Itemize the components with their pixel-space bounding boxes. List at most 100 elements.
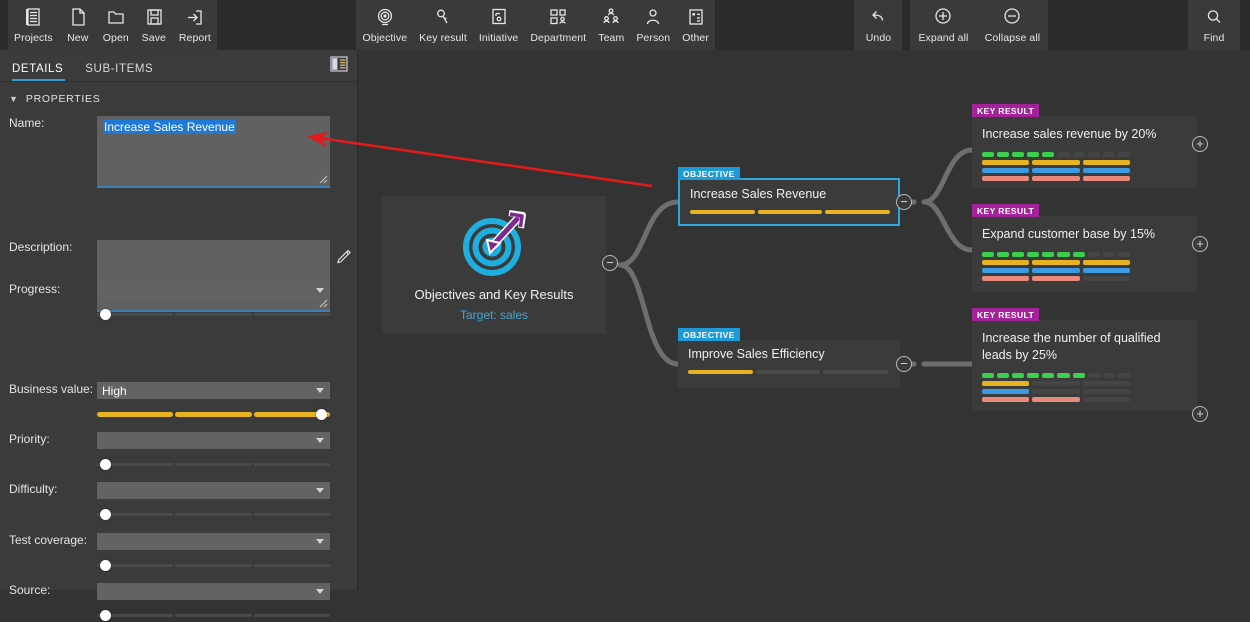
difficulty-slider-knob[interactable] bbox=[100, 509, 111, 520]
projects-button[interactable]: Projects bbox=[8, 0, 59, 50]
key-result-3-badge: KEY RESULT bbox=[972, 308, 1040, 321]
key-result-bar-row bbox=[982, 160, 1130, 165]
key-result-key-icon bbox=[433, 5, 453, 29]
collapse-all-button[interactable]: Collapse all bbox=[976, 0, 1048, 50]
bar-cell-filled bbox=[1027, 373, 1040, 378]
key-result-3-expand-toggle[interactable]: + bbox=[1192, 406, 1208, 422]
objective-1-collapse-toggle[interactable]: − bbox=[896, 194, 912, 210]
test-coverage-select[interactable] bbox=[97, 533, 330, 550]
priority-select[interactable] bbox=[97, 432, 330, 449]
bar-cell-empty bbox=[1032, 389, 1080, 394]
bar-cell-filled bbox=[1072, 252, 1085, 257]
plus-circle-icon bbox=[932, 5, 954, 29]
progress-slider[interactable] bbox=[97, 307, 330, 321]
report-label: Report bbox=[178, 32, 211, 44]
objective-2-collapse-toggle[interactable]: − bbox=[896, 356, 912, 372]
name-value: Increase Sales Revenue bbox=[103, 120, 236, 134]
test-coverage-slider-knob[interactable] bbox=[100, 560, 111, 571]
priority-label: Priority: bbox=[9, 432, 50, 446]
undo-arrow-icon bbox=[868, 5, 888, 29]
insert-other-button[interactable]: Other bbox=[676, 0, 715, 50]
undo-button[interactable]: Undo bbox=[854, 0, 902, 50]
bar-cell-filled bbox=[982, 276, 1030, 281]
link-root-obj1 bbox=[617, 199, 681, 268]
source-select[interactable] bbox=[97, 583, 330, 600]
name-input[interactable]: Increase Sales Revenue bbox=[97, 116, 330, 188]
split-panel-icon[interactable] bbox=[329, 55, 349, 73]
insert-objective-button[interactable]: Objective bbox=[356, 0, 413, 50]
chevron-down-icon-bv bbox=[316, 388, 324, 393]
field-name: Name: Increase Sales Revenue bbox=[0, 116, 358, 188]
progress-select[interactable] bbox=[97, 282, 330, 299]
key-result-2-expand-toggle[interactable]: + bbox=[1192, 236, 1208, 252]
node-key-result-3[interactable]: KEY RESULT Increase the number of qualif… bbox=[972, 308, 1197, 410]
key-result-3-bars bbox=[982, 373, 1130, 402]
open-button[interactable]: Open bbox=[97, 0, 135, 50]
source-slider[interactable] bbox=[97, 608, 330, 622]
business-value-slider[interactable] bbox=[97, 407, 330, 421]
open-label: Open bbox=[102, 32, 129, 44]
tab-details[interactable]: DETAILS bbox=[0, 63, 73, 81]
insert-key-result-button[interactable]: Key result bbox=[413, 0, 473, 50]
insert-team-button[interactable]: Team bbox=[592, 0, 630, 50]
slider-segment bbox=[175, 614, 252, 617]
slider-segment bbox=[175, 463, 252, 466]
key-result-1-expand-toggle[interactable]: + bbox=[1192, 136, 1208, 152]
field-priority: Priority: bbox=[0, 432, 358, 471]
new-button[interactable]: New bbox=[59, 0, 97, 50]
key-result-bar-row bbox=[982, 397, 1130, 402]
node-key-result-2[interactable]: KEY RESULT Expand customer base by 15% bbox=[972, 204, 1197, 292]
insert-initiative-button[interactable]: Initiative bbox=[473, 0, 525, 50]
search-icon bbox=[1204, 5, 1224, 29]
insert-initiative-label: Initiative bbox=[478, 32, 519, 44]
person-icon bbox=[643, 5, 663, 29]
description-value bbox=[97, 240, 330, 248]
priority-slider[interactable] bbox=[97, 457, 330, 471]
toolbar-gap-3 bbox=[902, 0, 911, 50]
key-result-bar-row bbox=[982, 268, 1130, 273]
node-objective-1[interactable]: OBJECTIVE Increase Sales Revenue bbox=[678, 167, 900, 226]
insert-person-button[interactable]: Person bbox=[630, 0, 676, 50]
progress-bar-segment bbox=[688, 370, 753, 374]
root-collapse-toggle[interactable]: − bbox=[602, 255, 618, 271]
test-coverage-slider[interactable] bbox=[97, 558, 330, 572]
difficulty-select[interactable] bbox=[97, 482, 330, 499]
find-button[interactable]: Find bbox=[1188, 0, 1240, 50]
undo-label: Undo bbox=[865, 32, 892, 44]
expand-all-button[interactable]: Expand all bbox=[910, 0, 976, 50]
mindmap-canvas[interactable]: Objectives and Key Results Target: sales… bbox=[358, 50, 1250, 590]
properties-section-header[interactable]: ▼ PROPERTIES bbox=[0, 88, 357, 110]
bar-cell-empty bbox=[1032, 381, 1080, 386]
bar-cell-filled bbox=[1032, 176, 1080, 181]
bar-cell-filled bbox=[1042, 252, 1055, 257]
bar-cell-empty bbox=[1117, 252, 1130, 257]
key-result-2-title: Expand customer base by 15% bbox=[982, 227, 1156, 241]
bar-cell-filled bbox=[1032, 397, 1080, 402]
save-disk-icon bbox=[145, 5, 163, 29]
node-objective-2[interactable]: OBJECTIVE Improve Sales Efficiency bbox=[678, 328, 900, 388]
progress-bar-segment bbox=[690, 210, 755, 214]
node-root-okr[interactable]: Objectives and Key Results Target: sales bbox=[382, 196, 606, 334]
objective-1-title: Increase Sales Revenue bbox=[690, 187, 827, 201]
bar-cell-filled bbox=[982, 373, 995, 378]
priority-slider-knob[interactable] bbox=[100, 459, 111, 470]
business-value-slider-knob[interactable] bbox=[316, 409, 327, 420]
field-business-value: Business value: High bbox=[0, 382, 358, 421]
tab-sub-items[interactable]: SUB-ITEMS bbox=[73, 63, 163, 81]
pencil-icon[interactable] bbox=[336, 248, 352, 264]
difficulty-slider[interactable] bbox=[97, 507, 330, 521]
progress-slider-knob[interactable] bbox=[100, 309, 111, 320]
report-button[interactable]: Report bbox=[173, 0, 217, 50]
team-people-icon bbox=[601, 5, 621, 29]
source-slider-knob[interactable] bbox=[100, 610, 111, 621]
toolbar-gap-1 bbox=[216, 0, 357, 50]
business-value-select[interactable]: High bbox=[97, 382, 330, 399]
save-button[interactable]: Save bbox=[135, 0, 173, 50]
slider-segment bbox=[175, 313, 252, 316]
resize-grip-icon[interactable] bbox=[319, 175, 328, 184]
bar-cell-filled bbox=[1072, 373, 1085, 378]
insert-department-button[interactable]: Department bbox=[524, 0, 592, 50]
node-key-result-1[interactable]: KEY RESULT Increase sales revenue by 20% bbox=[972, 104, 1197, 188]
slider-segment bbox=[175, 564, 252, 567]
report-export-icon bbox=[185, 5, 205, 29]
